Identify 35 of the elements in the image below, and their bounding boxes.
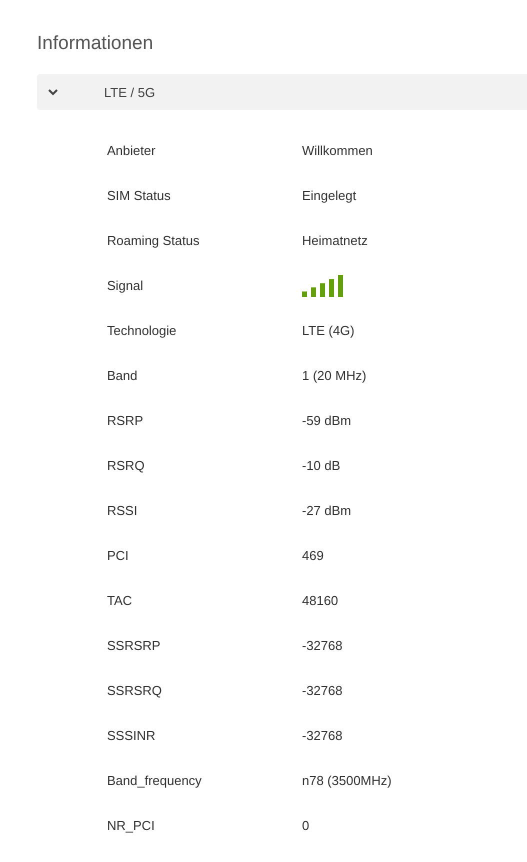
field-value: LTE (4G) <box>302 323 354 338</box>
field-value: n78 (3500MHz) <box>302 773 392 788</box>
field-label: TAC <box>107 593 134 608</box>
field-label: Technologie <box>107 323 178 338</box>
field-value: 0 <box>302 818 310 833</box>
field-label: RSSI <box>107 503 138 518</box>
field-label: SIM Status <box>107 188 172 203</box>
field-value: 48160 <box>302 593 338 608</box>
field-value: -10 dB <box>302 458 340 473</box>
field-value: -32768 <box>302 683 342 698</box>
field-label: RSRP <box>107 413 144 428</box>
field-label: Band <box>107 368 138 383</box>
field-label: Signal <box>107 278 144 293</box>
field-label: Anbieter <box>107 143 156 158</box>
field-value: 469 <box>302 548 324 563</box>
field-value: Heimatnetz <box>302 233 368 248</box>
field-value: -32768 <box>302 728 342 743</box>
field-label: SSSINR <box>107 728 156 743</box>
signal-icon <box>302 274 344 296</box>
field-value: Willkommen <box>302 143 373 158</box>
field-value: -27 dBm <box>302 503 352 518</box>
section-header[interactable]: LTE / 5G <box>37 74 527 110</box>
field-label: RSRQ <box>107 458 146 473</box>
field-value: 1 (20 MHz) <box>302 368 366 383</box>
field-value: -32768 <box>302 638 342 653</box>
field-label: PCI <box>107 548 130 563</box>
field-label: NR_PCI <box>107 818 156 833</box>
field-value: -59 dBm <box>302 413 352 428</box>
field-label: Band_frequency <box>107 773 203 788</box>
page-title: Informationen <box>37 33 154 55</box>
field-label: SSRSRQ <box>107 683 163 698</box>
field-label: SSRSRP <box>107 638 162 653</box>
field-label: Roaming Status <box>107 233 200 248</box>
chevron-icon <box>48 88 58 96</box>
field-value: Eingelegt <box>302 188 356 203</box>
